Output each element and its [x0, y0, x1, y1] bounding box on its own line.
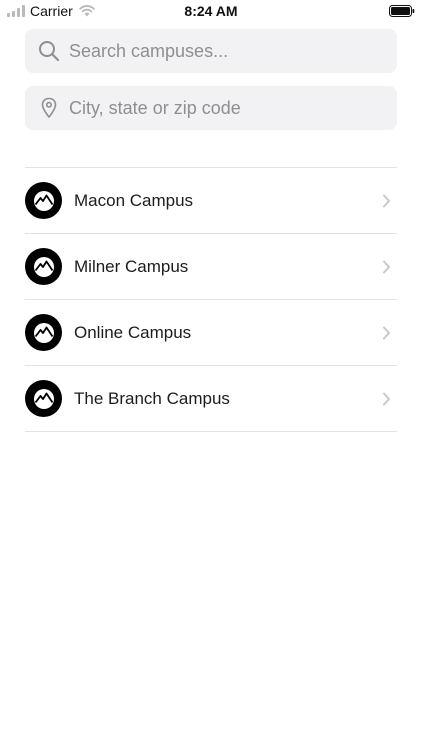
- chevron-right-icon: [383, 392, 390, 405]
- chevron-right-icon: [383, 194, 390, 207]
- location-pin-icon: [38, 97, 60, 119]
- campus-search-field[interactable]: [25, 29, 397, 73]
- chevron-right-icon: [383, 260, 390, 273]
- mountain-logo-icon: [25, 380, 62, 417]
- battery-icon: [389, 5, 415, 17]
- list-item-online-campus[interactable]: Online Campus: [25, 300, 397, 366]
- campus-name: Macon Campus: [74, 190, 194, 210]
- search-icon: [38, 40, 60, 62]
- campus-list: Macon Campus Milner Campus Online Campus: [25, 167, 397, 432]
- location-search-field[interactable]: [25, 86, 397, 130]
- list-item-milner-campus[interactable]: Milner Campus: [25, 234, 397, 300]
- location-input[interactable]: [69, 97, 369, 119]
- campus-name: Milner Campus: [74, 256, 189, 276]
- list-item-macon-campus[interactable]: Macon Campus: [25, 168, 397, 234]
- chevron-right-icon: [383, 326, 390, 339]
- search-input[interactable]: [69, 40, 369, 62]
- campus-name: The Branch Campus: [74, 388, 230, 408]
- status-bar: Carrier 8:24 AM: [0, 0, 422, 22]
- mountain-logo-icon: [25, 182, 62, 219]
- status-bar-time: 8:24 AM: [184, 3, 238, 19]
- list-item-the-branch-campus[interactable]: The Branch Campus: [25, 366, 397, 432]
- mountain-logo-icon: [25, 248, 62, 285]
- mountain-logo-icon: [25, 314, 62, 351]
- campus-name: Online Campus: [74, 322, 192, 342]
